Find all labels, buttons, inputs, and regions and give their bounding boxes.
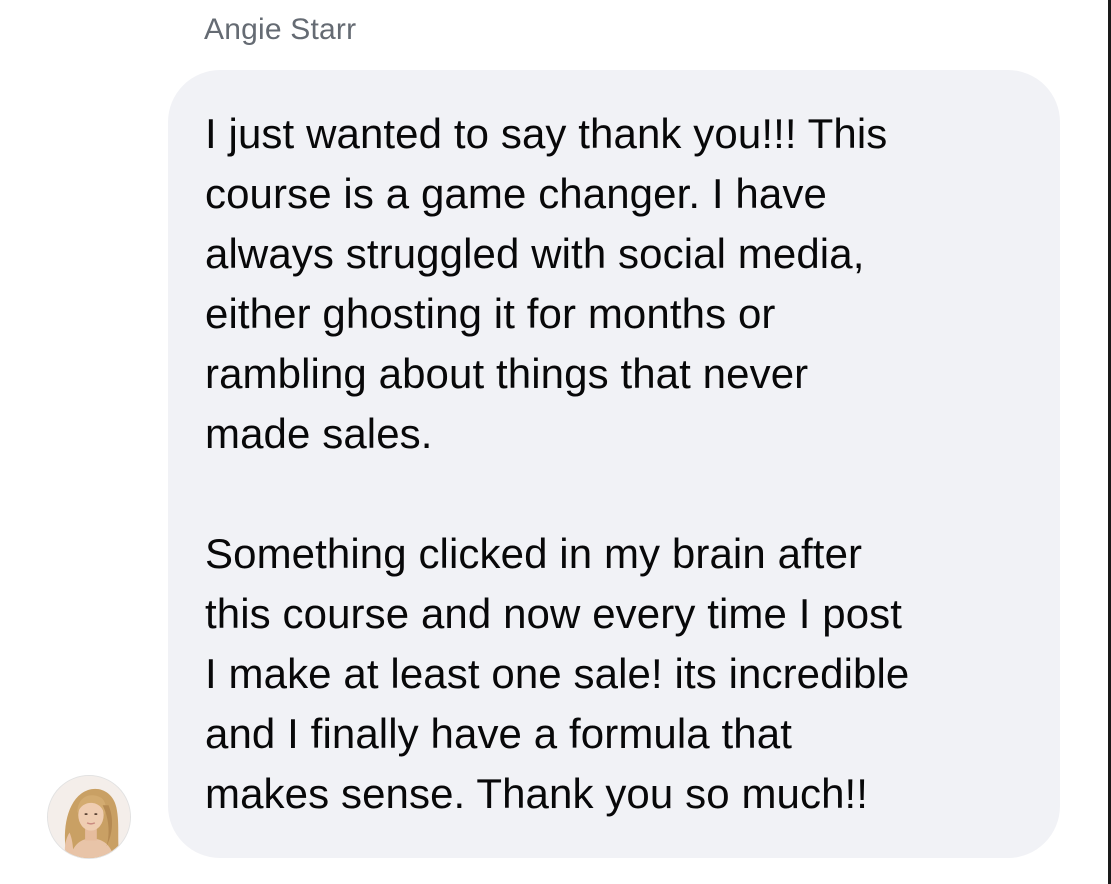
message-bubble[interactable]: I just wanted to say thank you!!! This c… xyxy=(168,70,1060,858)
profile-photo-icon xyxy=(48,776,130,858)
chat-thread: Angie Starr I just wanted to say thank y… xyxy=(0,0,1111,884)
avatar[interactable] xyxy=(47,775,131,859)
sender-name: Angie Starr xyxy=(204,13,357,46)
message-paragraph-1: I just wanted to say thank you!!! This c… xyxy=(205,110,888,457)
message-paragraph-2: Something clicked in my brain after this… xyxy=(205,530,910,817)
